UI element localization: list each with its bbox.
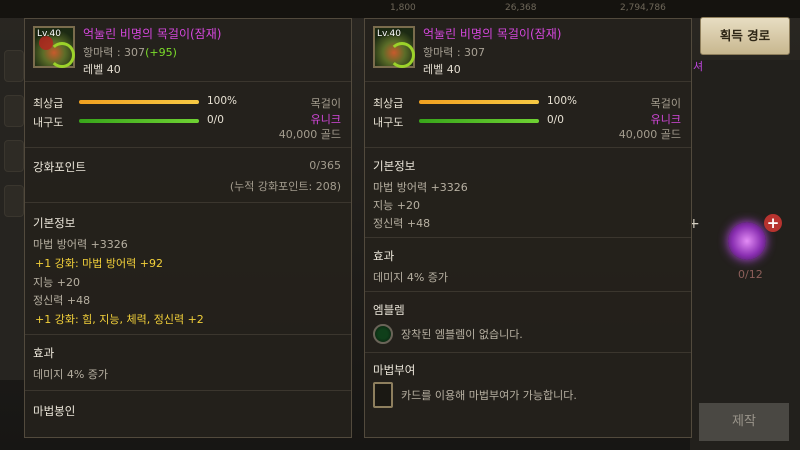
enchant-title: 마법부여 [373, 363, 416, 377]
resource-value: 26,368 [505, 3, 537, 13]
divider [365, 237, 691, 238]
durability-bar [419, 119, 539, 123]
item-name: 억눌린 비명의 목걸이(잠재) [83, 27, 222, 41]
grade-percent: 100% [547, 95, 578, 107]
side-tab[interactable] [4, 140, 24, 172]
divider [25, 202, 351, 203]
item-header: Lv.40 억눌린 비명의 목걸이(잠재) 항마력 : 307 레벨 40 [365, 19, 691, 82]
item-tooltip-equipped: Lv.40 억눌린 비명의 목걸이(잠재) 항마력 : 307(+95) 레벨 … [24, 18, 352, 438]
item-level: 레벨 40 [83, 63, 121, 76]
divider [25, 334, 351, 335]
reinforce-bonus-line: +1 강화: 마법 방어력 +92 [35, 257, 163, 270]
grade-label: 최상급 [373, 97, 404, 110]
basic-info-title: 기본정보 [373, 159, 416, 173]
resource-value: 2,794,786 [620, 3, 666, 13]
durability-label: 내구도 [33, 116, 64, 129]
item-slot: 목걸이 [310, 97, 341, 110]
necklace-item-icon: Lv.40 [33, 26, 75, 68]
basic-stat-line: 정신력 +48 [33, 294, 91, 307]
side-tab[interactable] [4, 50, 24, 82]
stat-base: 항마력 : 307 [83, 46, 146, 59]
basic-info-title: 기본정보 [33, 216, 76, 230]
material-orb-icon[interactable] [728, 222, 766, 260]
basic-stat-line: 지능 +20 [33, 276, 80, 289]
item-level-badge: Lv.40 [37, 29, 61, 39]
stat-bonus: (+95) [145, 46, 177, 59]
emblem-slot-icon[interactable] [373, 324, 393, 344]
item-level: 레벨 40 [423, 63, 461, 76]
divider [365, 352, 691, 353]
necklace-glyph-icon [389, 42, 415, 68]
reinforce-bonus-line: +1 강화: 힘, 지능, 체력, 정신력 +2 [35, 313, 204, 326]
divider [365, 291, 691, 292]
divider [25, 390, 351, 391]
durability-value: 0/0 [207, 114, 224, 126]
effect-title: 효과 [33, 346, 55, 360]
basic-stat-line: 지능 +20 [373, 199, 420, 212]
item-tooltip-compare: Lv.40 억눌린 비명의 목걸이(잠재) 항마력 : 307 레벨 40 최상… [364, 18, 692, 438]
basic-stat-line: 마법 방어력 +3326 [33, 238, 128, 251]
card-slot-icon[interactable] [373, 382, 393, 408]
divider [365, 147, 691, 148]
necklace-glyph-icon [49, 42, 75, 68]
durability-bar [79, 119, 199, 123]
basic-stat-line: 정신력 +48 [373, 217, 431, 230]
side-text: 셔 [693, 60, 704, 73]
magic-seal-title: 마법봉인 [33, 404, 76, 418]
acquire-route-button[interactable]: 획득 경로 [700, 17, 790, 55]
effect-text: 데미지 4% 증가 [33, 368, 109, 381]
grade-bar [79, 100, 199, 104]
item-rarity: 유니크 [310, 113, 341, 126]
effect-text: 데미지 4% 증가 [373, 271, 449, 284]
emblem-title: 엠블렘 [373, 303, 405, 317]
effect-title: 효과 [373, 249, 395, 263]
item-stat: 항마력 : 307 [423, 46, 486, 59]
side-tab[interactable] [4, 95, 24, 127]
item-rarity: 유니크 [650, 113, 681, 126]
enchant-text: 카드를 이용해 마법부여가 가능합니다. [401, 389, 577, 402]
material-count: 0/12 [738, 268, 763, 281]
reinforce-title: 강화포인트 [33, 160, 86, 174]
side-tab[interactable] [4, 185, 24, 217]
add-material-icon[interactable]: + [764, 214, 782, 232]
item-header: Lv.40 억눌린 비명의 목걸이(잠재) 항마력 : 307(+95) 레벨 … [25, 19, 351, 82]
divider [25, 147, 351, 148]
basic-stat-line: 마법 방어력 +3326 [373, 181, 468, 194]
grade-bar [419, 100, 539, 104]
item-price: 40,000 골드 [618, 128, 681, 141]
item-stat: 항마력 : 307(+95) [83, 44, 177, 60]
top-resource-bar: 1,800 26,368 2,794,786 [0, 0, 800, 18]
item-slot: 목걸이 [650, 97, 681, 110]
resource-value: 1,800 [390, 3, 416, 13]
durability-value: 0/0 [547, 114, 564, 126]
item-name: 억눌린 비명의 목걸이(잠재) [423, 27, 562, 41]
emblem-text: 장착된 엠블렘이 없습니다. [401, 328, 523, 341]
reinforce-value: 0/365 [309, 159, 341, 172]
grade-label: 최상급 [33, 97, 64, 110]
necklace-item-icon: Lv.40 [373, 26, 415, 68]
grade-percent: 100% [207, 95, 238, 107]
item-level-badge: Lv.40 [377, 29, 401, 39]
item-price: 40,000 골드 [278, 128, 341, 141]
reinforce-total: (누적 강화포인트: 208) [229, 180, 341, 193]
durability-label: 내구도 [373, 116, 404, 129]
craft-button[interactable]: 제작 [699, 403, 789, 441]
